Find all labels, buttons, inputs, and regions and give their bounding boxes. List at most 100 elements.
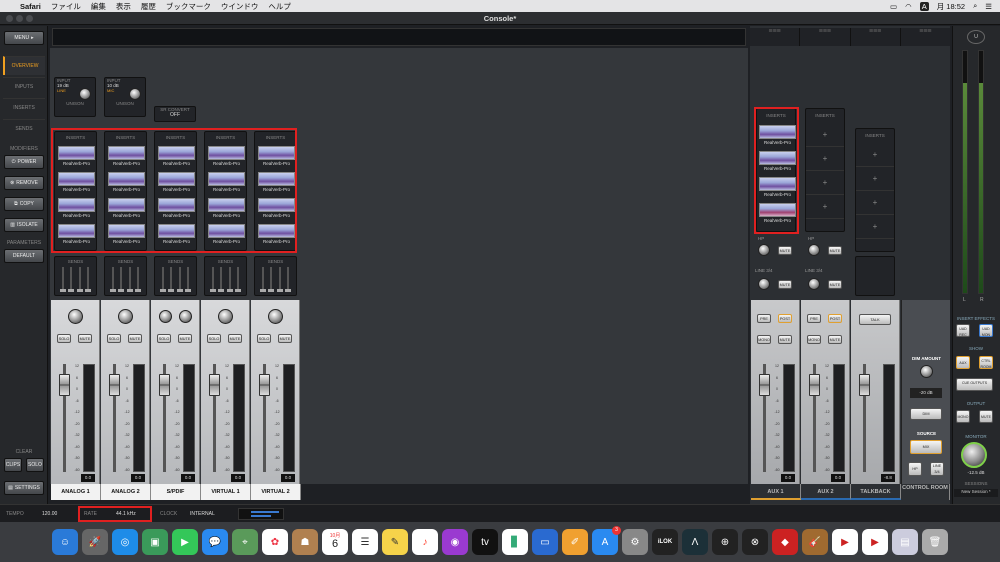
clock[interactable]: 月 18:52 xyxy=(937,1,965,12)
monitor-knob[interactable] xyxy=(961,442,987,468)
insert-slot[interactable]: RealVerb-Pro xyxy=(759,177,796,199)
insert-slot[interactable]: RealVerb-Pro xyxy=(208,172,245,194)
copy-button[interactable]: ⧉ COPY xyxy=(4,197,44,211)
insert-slot[interactable]: RealVerb-Pro xyxy=(158,224,195,246)
document-icon[interactable]: ▤ xyxy=(892,529,918,555)
tv-icon[interactable]: tv xyxy=(472,529,498,555)
send-level[interactable] xyxy=(276,267,283,292)
pan-left-knob[interactable] xyxy=(159,310,172,323)
add-insert-button[interactable]: + xyxy=(856,215,894,239)
menu-file[interactable]: ファイル xyxy=(51,1,81,12)
cast-icon[interactable]: ▭ xyxy=(890,2,897,11)
insert-slot[interactable]: RealVerb-Pro xyxy=(208,198,245,220)
search-icon[interactable]: ⌕ xyxy=(973,1,977,11)
talk-button[interactable]: TALK xyxy=(859,314,891,325)
ua-logo-icon[interactable]: ∪ xyxy=(967,30,985,44)
aux-2-hp-mute-button[interactable]: MUTE xyxy=(828,246,842,255)
reminders-icon[interactable]: ☰ xyxy=(352,529,378,555)
mute-button[interactable]: MUTE xyxy=(128,334,142,343)
aux-1-hp-mute-button[interactable]: MUTE xyxy=(778,246,792,255)
send-level[interactable] xyxy=(134,267,141,292)
solo-button[interactable]: SOLO xyxy=(107,334,121,343)
isolate-button[interactable]: ▥ ISOLATE xyxy=(4,218,44,232)
channel-name[interactable]: VIRTUAL 2 xyxy=(251,484,301,500)
send-level[interactable] xyxy=(110,267,117,292)
send-level[interactable] xyxy=(268,267,275,292)
aux-2-line34-knob[interactable] xyxy=(808,278,820,290)
photos-icon[interactable]: ✿ xyxy=(262,529,288,555)
aux-name[interactable]: AUX 1 xyxy=(751,484,801,500)
channel-name[interactable]: S/PDIF xyxy=(151,484,201,500)
calendar-icon[interactable]: 10月 6 xyxy=(322,529,348,555)
add-insert-button[interactable]: + xyxy=(856,167,894,191)
talkback-fader[interactable] xyxy=(859,374,870,396)
mute-button[interactable]: MUTE xyxy=(78,334,92,343)
insert-slot[interactable]: RealVerb-Pro xyxy=(759,151,796,173)
numbers-icon[interactable]: ▊ xyxy=(502,529,528,555)
pan-knob[interactable] xyxy=(218,309,233,324)
safari-icon[interactable]: ◎ xyxy=(112,529,138,555)
channel-fader[interactable] xyxy=(209,374,220,396)
channel-fader[interactable] xyxy=(159,374,170,396)
send-level[interactable] xyxy=(126,267,133,292)
pan-knob[interactable] xyxy=(68,309,83,324)
notes-icon[interactable]: ✎ xyxy=(382,529,408,555)
zoom-window-button[interactable] xyxy=(26,15,33,22)
post-button[interactable]: POST xyxy=(778,314,792,323)
pre-button[interactable]: PRE xyxy=(757,314,771,323)
post-button[interactable]: POST xyxy=(828,314,842,323)
facetime-icon[interactable]: ▶ xyxy=(172,529,198,555)
unison-label[interactable]: UNISON xyxy=(55,101,95,106)
send-level[interactable] xyxy=(76,267,83,292)
send-level[interactable] xyxy=(176,267,183,292)
aux-name[interactable]: AUX 2 xyxy=(801,484,851,500)
messages-icon[interactable]: 💬 xyxy=(202,529,228,555)
tab-sends[interactable]: SENDS xyxy=(3,119,45,138)
insert-slot[interactable]: RealVerb-Pro xyxy=(108,198,145,220)
clear-clips-button[interactable]: CLIPS xyxy=(4,458,22,472)
mute-button[interactable]: MUTE xyxy=(278,334,292,343)
remove-button[interactable]: ⊗ REMOVE xyxy=(4,176,44,190)
media-player-icon[interactable]: ▶ xyxy=(832,529,858,555)
menu-button[interactable]: MENU ▸ xyxy=(4,31,44,45)
pages-icon[interactable]: ✐ xyxy=(562,529,588,555)
menu-edit[interactable]: 編集 xyxy=(91,1,106,12)
tab-overview[interactable]: OVERVIEW xyxy=(3,56,45,75)
clear-solo-button[interactable]: SOLO xyxy=(26,458,44,472)
insert-slot[interactable]: RealVerb-Pro xyxy=(208,146,245,168)
mono-button[interactable]: MONO xyxy=(807,335,821,344)
mute-button[interactable]: MUTE xyxy=(778,335,792,344)
maps-icon[interactable]: ⌖ xyxy=(232,529,258,555)
insert-slot[interactable]: RealVerb-Pro xyxy=(108,224,145,246)
photos-browser-icon[interactable]: ▣ xyxy=(142,529,168,555)
insert-slot[interactable]: RealVerb-Pro xyxy=(108,172,145,194)
aux-1-line34-mute-button[interactable]: MUTE xyxy=(778,280,792,289)
send-level[interactable] xyxy=(160,267,167,292)
add-insert-button[interactable]: + xyxy=(806,195,844,219)
ua-meter-icon[interactable]: ⊗ xyxy=(742,529,768,555)
solo-button[interactable]: SOLO xyxy=(157,334,171,343)
aux-2-hp-knob[interactable] xyxy=(808,244,820,256)
insert-slot[interactable]: RealVerb-Pro xyxy=(258,172,295,194)
aux-1-line34-knob[interactable] xyxy=(758,278,770,290)
clock-value[interactable]: INTERNAL xyxy=(190,511,215,517)
app-store-icon[interactable]: A3 xyxy=(592,526,621,555)
source-line34-button[interactable]: LINE 3/4 xyxy=(930,462,944,476)
mute-button[interactable]: MUTE xyxy=(828,335,842,344)
insert-slot[interactable]: RealVerb-Pro xyxy=(258,146,295,168)
insert-slot[interactable]: RealVerb-Pro xyxy=(158,198,195,220)
show-aux-button[interactable]: AUX xyxy=(956,356,970,369)
send-level[interactable] xyxy=(84,267,91,292)
aux-1-hp-knob[interactable] xyxy=(758,244,770,256)
keynote-icon[interactable]: ▭ xyxy=(532,529,558,555)
channel-fader[interactable] xyxy=(59,374,70,396)
send-level[interactable] xyxy=(218,267,225,292)
trash-icon[interactable]: 🗑 xyxy=(922,529,948,555)
uad-mon-button[interactable]: UAD MON xyxy=(979,324,993,337)
send-level[interactable] xyxy=(68,267,75,292)
preamp-gain-knob[interactable] xyxy=(79,88,91,100)
input-source-icon[interactable]: A xyxy=(919,1,929,11)
dim-amount-knob[interactable] xyxy=(920,365,933,378)
tab-inserts[interactable]: INSERTS xyxy=(3,98,45,117)
output-mute-button[interactable]: MUTE xyxy=(979,410,993,423)
